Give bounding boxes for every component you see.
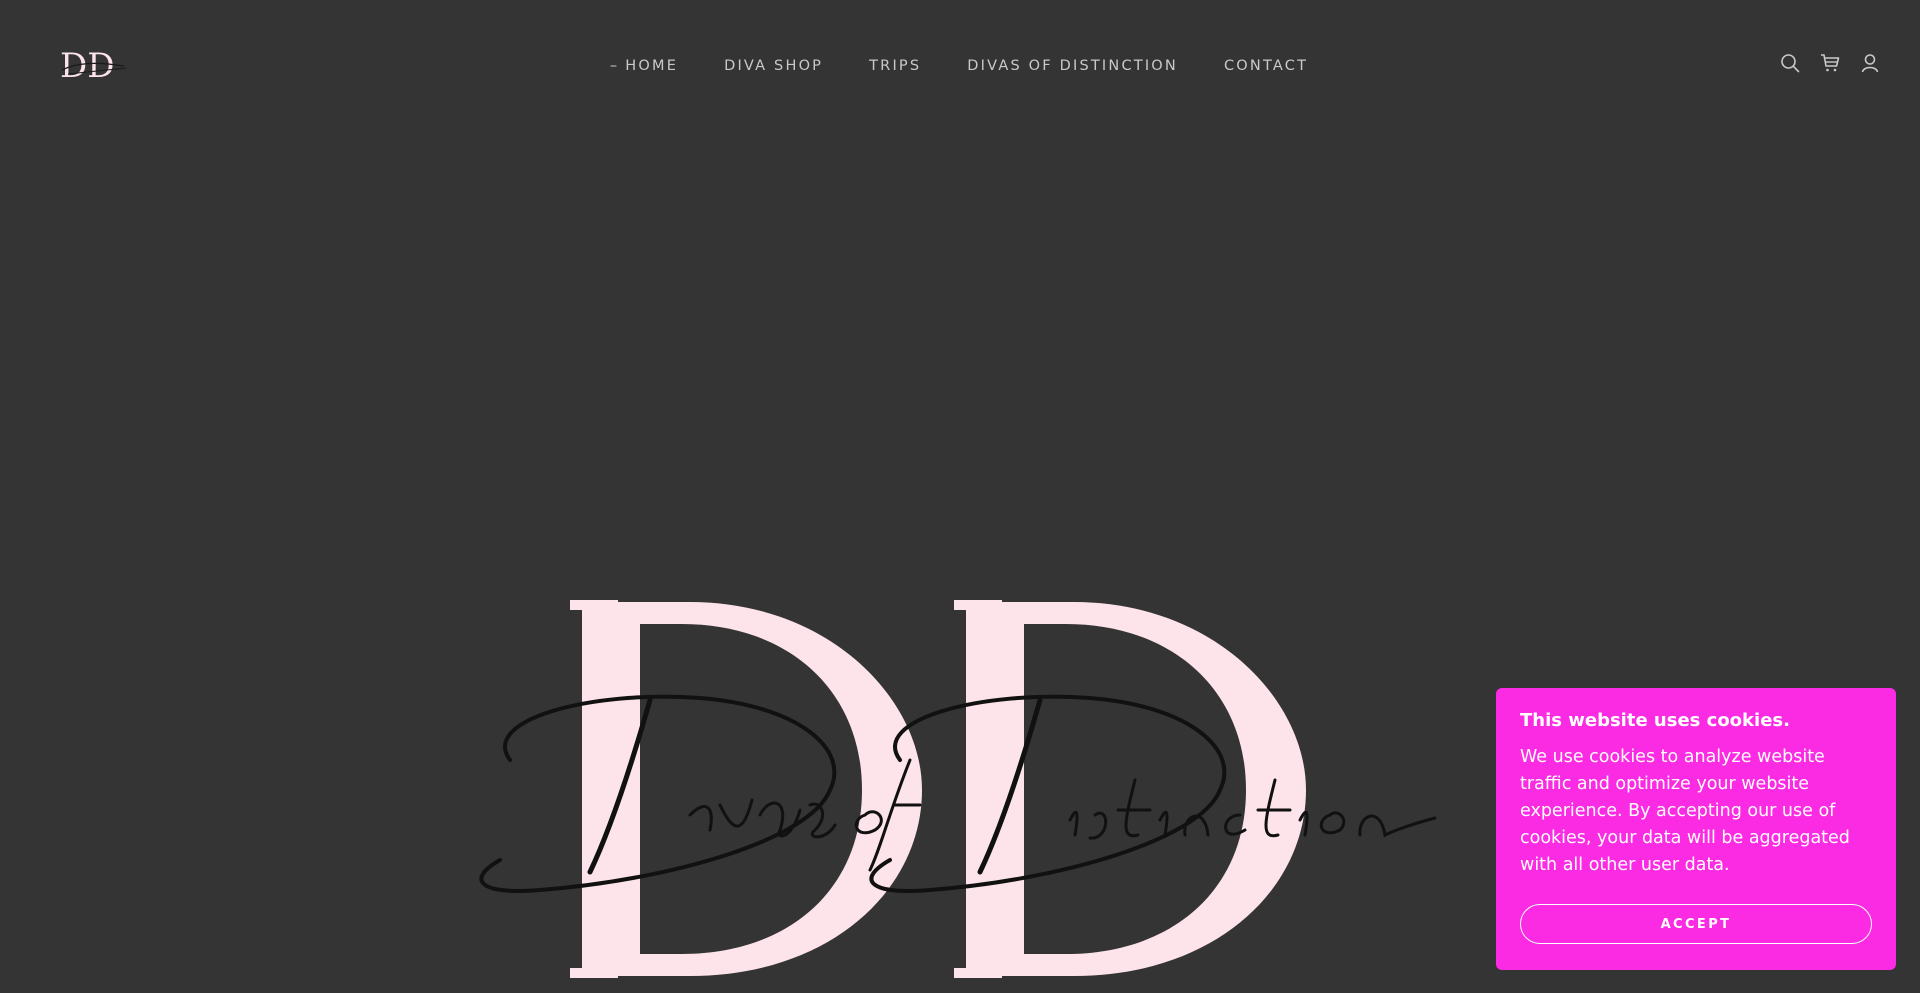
nav-item-contact[interactable]: CONTACT: [1201, 56, 1331, 76]
nav-item-divas-of-distinction[interactable]: DIVAS OF DISTINCTION: [944, 56, 1201, 76]
cookie-title: This website uses cookies.: [1520, 710, 1790, 731]
page: DD – HOME DIVA SHOP TRIPS DIVAS OF DISTIN…: [0, 0, 1920, 993]
nav-item-label: DIVA SHOP: [724, 58, 824, 74]
nav-item-label: DIVAS OF DISTINCTION: [967, 58, 1178, 74]
nav-item-trips[interactable]: TRIPS: [846, 56, 944, 76]
site-header: DD – HOME DIVA SHOP TRIPS DIVAS OF DISTIN…: [0, 0, 1920, 130]
nav-item-label: HOME: [625, 58, 679, 74]
accept-cookies-button[interactable]: ACCEPT: [1520, 904, 1872, 944]
header-icons: [1780, 53, 1880, 73]
hero-brand-logo: [479, 600, 1437, 978]
main-nav: – HOME DIVA SHOP TRIPS DIVAS OF DISTINCTI…: [0, 56, 1920, 76]
active-marker: –: [609, 58, 620, 74]
account-icon[interactable]: [1860, 53, 1880, 73]
search-icon[interactable]: [1780, 53, 1800, 73]
nav-item-home[interactable]: – HOME: [587, 56, 701, 76]
cookie-body: We use cookies to analyze website traffi…: [1520, 747, 1850, 875]
letter-d-right: [954, 600, 1306, 978]
cart-icon[interactable]: [1820, 53, 1840, 73]
nav-item-label: CONTACT: [1223, 58, 1309, 74]
cookie-banner: This website uses cookies. We use cookie…: [1496, 688, 1896, 970]
nav-item-diva-shop[interactable]: DIVA SHOP: [701, 56, 846, 76]
nav-item-label: TRIPS: [869, 58, 922, 74]
